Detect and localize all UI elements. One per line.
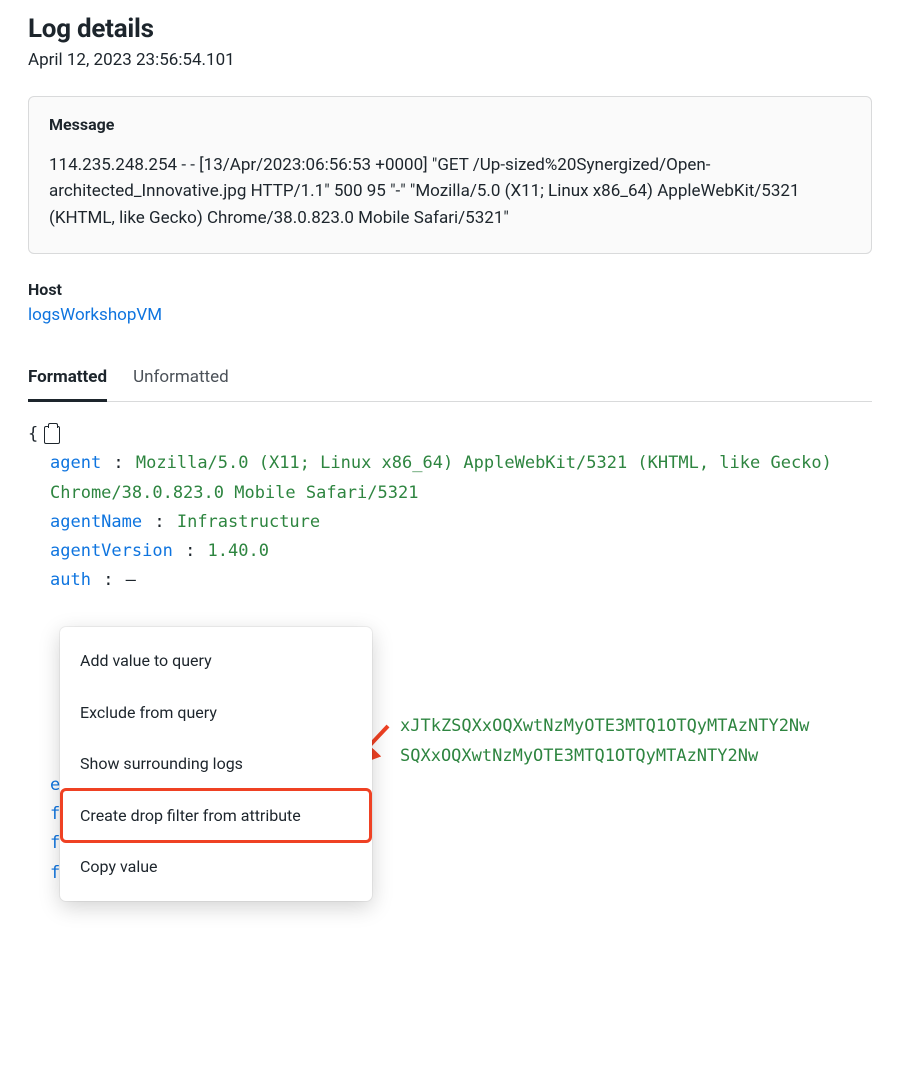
context-menu: Add value to query Exclude from query Sh…: [60, 627, 372, 901]
host-label: Host: [28, 280, 872, 299]
attr-value: Mozilla/5.0 (X11; Linux x86_64) AppleWeb…: [50, 453, 832, 502]
attr-value: Infrastructure: [177, 512, 320, 532]
host-link[interactable]: logsWorkshopVM: [28, 305, 162, 325]
attr-agentname[interactable]: agentName : Infrastructure: [28, 508, 872, 537]
open-brace: {: [28, 420, 38, 449]
tab-formatted[interactable]: Formatted: [28, 367, 107, 402]
attr-agentversion[interactable]: agentVersion : 1.40.0: [28, 537, 872, 566]
ctx-add-value-to-query[interactable]: Add value to query: [60, 635, 372, 687]
page-title: Log details: [28, 14, 872, 44]
clipboard-icon[interactable]: [44, 426, 60, 444]
attr-value: 1.40.0: [208, 541, 269, 561]
attr-agent[interactable]: agent : Mozilla/5.0 (X11; Linux x86_64) …: [28, 449, 872, 507]
tabs: Formatted Unformatted: [28, 367, 872, 402]
attr-auth[interactable]: auth : –: [28, 566, 872, 595]
log-timestamp: April 12, 2023 23:56:54.101: [28, 50, 872, 70]
attr-key: auth: [50, 570, 91, 590]
attr-value: –: [126, 570, 136, 590]
ctx-show-surrounding-logs[interactable]: Show surrounding logs: [60, 738, 372, 790]
attr-key: agentName: [50, 512, 142, 532]
ctx-create-drop-filter[interactable]: Create drop filter from attribute: [62, 790, 370, 842]
json-open-brace: {: [28, 420, 872, 449]
attr-key: agentVersion: [50, 541, 173, 561]
message-body: 114.235.248.254 - - [13/Apr/2023:06:56:5…: [49, 152, 851, 231]
ctx-exclude-from-query[interactable]: Exclude from query: [60, 687, 372, 739]
message-box: Message 114.235.248.254 - - [13/Apr/2023…: [28, 96, 872, 254]
tab-unformatted[interactable]: Unformatted: [133, 367, 229, 401]
host-block: Host logsWorkshopVM: [28, 280, 872, 325]
attr-key: agent: [50, 453, 101, 473]
json-area: { agent : Mozilla/5.0 (X11; Linux x86_64…: [28, 420, 872, 888]
hidden-row-1: [28, 595, 872, 624]
message-label: Message: [49, 115, 851, 134]
ctx-copy-value[interactable]: Copy value: [60, 841, 372, 893]
